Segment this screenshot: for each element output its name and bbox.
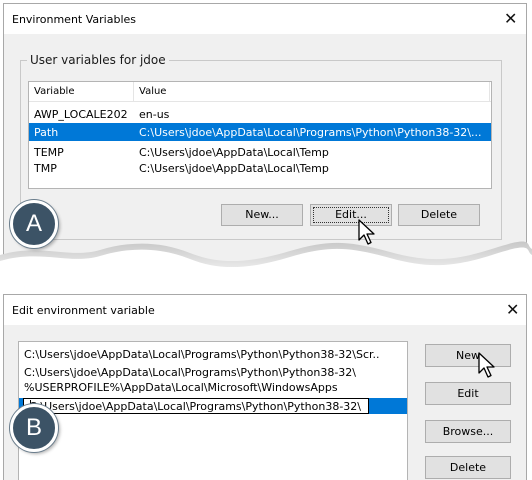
variable-value: en-us (139, 108, 170, 121)
variable-name: TMP (34, 162, 57, 175)
table-row-selected[interactable]: Path C:\Users\jdoe\AppData\Local\Program… (29, 123, 491, 141)
title-bar: Environment Variables ✕ (4, 4, 526, 34)
path-entry: C:\Users\jdoe\AppData\Local\Programs\Pyt… (24, 366, 357, 379)
list-item[interactable]: %USERPROFILE%\AppData\Local\Microsoft\Wi… (19, 380, 407, 396)
column-divider[interactable] (133, 82, 134, 101)
path-entry: C:\Users\jdoe\AppData\Local\Programs\Pyt… (24, 348, 380, 361)
list-item[interactable]: C:\Users\jdoe\AppData\Local\Programs\Pyt… (19, 365, 407, 381)
variable-value: C:\Users\jdoe\AppData\Local\Programs\Pyt… (139, 126, 482, 139)
list-item-editing[interactable]: C:\Users\jdoe\AppData\Local\Programs\Pyt… (19, 398, 407, 414)
variable-name: AWP_LOCALE202 (34, 108, 128, 121)
path-entry: %USERPROFILE%\AppData\Local\Microsoft\Wi… (24, 381, 338, 394)
path-edit-input[interactable]: C:\Users\jdoe\AppData\Local\Programs\Pyt… (23, 398, 369, 414)
edit-button[interactable]: Edit (425, 382, 511, 405)
delete-button[interactable]: Delete (425, 456, 511, 479)
new-button[interactable]: New (425, 344, 511, 367)
step-badge-b: B (10, 404, 58, 452)
path-entries-list[interactable]: C:\Users\jdoe\AppData\Local\Programs\Pyt… (18, 341, 408, 480)
column-divider[interactable] (489, 82, 490, 101)
browse-button[interactable]: Browse... (425, 420, 511, 443)
table-row[interactable]: AWP_LOCALE202 en-us (29, 105, 491, 123)
variable-value: C:\Users\jdoe\AppData\Local\Temp (139, 146, 329, 159)
window-title: Environment Variables (12, 13, 137, 26)
user-variables-list[interactable]: Variable Value AWP_LOCALE202 en-us Path … (28, 81, 492, 189)
list-item[interactable]: C:\Users\jdoe\AppData\Local\Programs\Pyt… (19, 347, 407, 363)
path-edit-text: C:\Users\jdoe\AppData\Local\Programs\Pyt… (29, 400, 362, 413)
column-header-value[interactable]: Value (139, 86, 166, 97)
step-badge-a: A (10, 200, 58, 248)
window-title: Edit environment variable (12, 304, 155, 317)
table-row[interactable]: TMP C:\Users\jdoe\AppData\Local\Temp (29, 159, 491, 177)
close-icon[interactable]: ✕ (504, 9, 517, 29)
title-bar: Edit environment variable ✕ (4, 295, 526, 325)
variable-value: C:\Users\jdoe\AppData\Local\Temp (139, 162, 329, 175)
variable-name: Path (34, 126, 59, 139)
mouse-pointer-icon (478, 352, 495, 378)
column-header-variable[interactable]: Variable (34, 86, 75, 97)
group-label: User variables for jdoe (27, 53, 169, 67)
list-header: Variable Value (29, 82, 491, 102)
variable-name: TEMP (34, 146, 64, 159)
close-icon[interactable]: ✕ (506, 300, 519, 320)
torn-edge-divider (0, 241, 532, 285)
